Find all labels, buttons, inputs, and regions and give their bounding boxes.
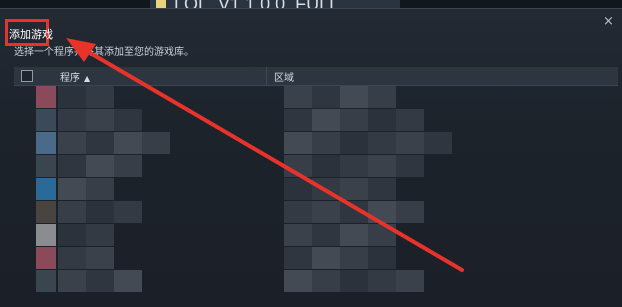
dialog-title: 添加游戏 [9, 28, 53, 41]
annotation-arrow [66, 38, 464, 272]
